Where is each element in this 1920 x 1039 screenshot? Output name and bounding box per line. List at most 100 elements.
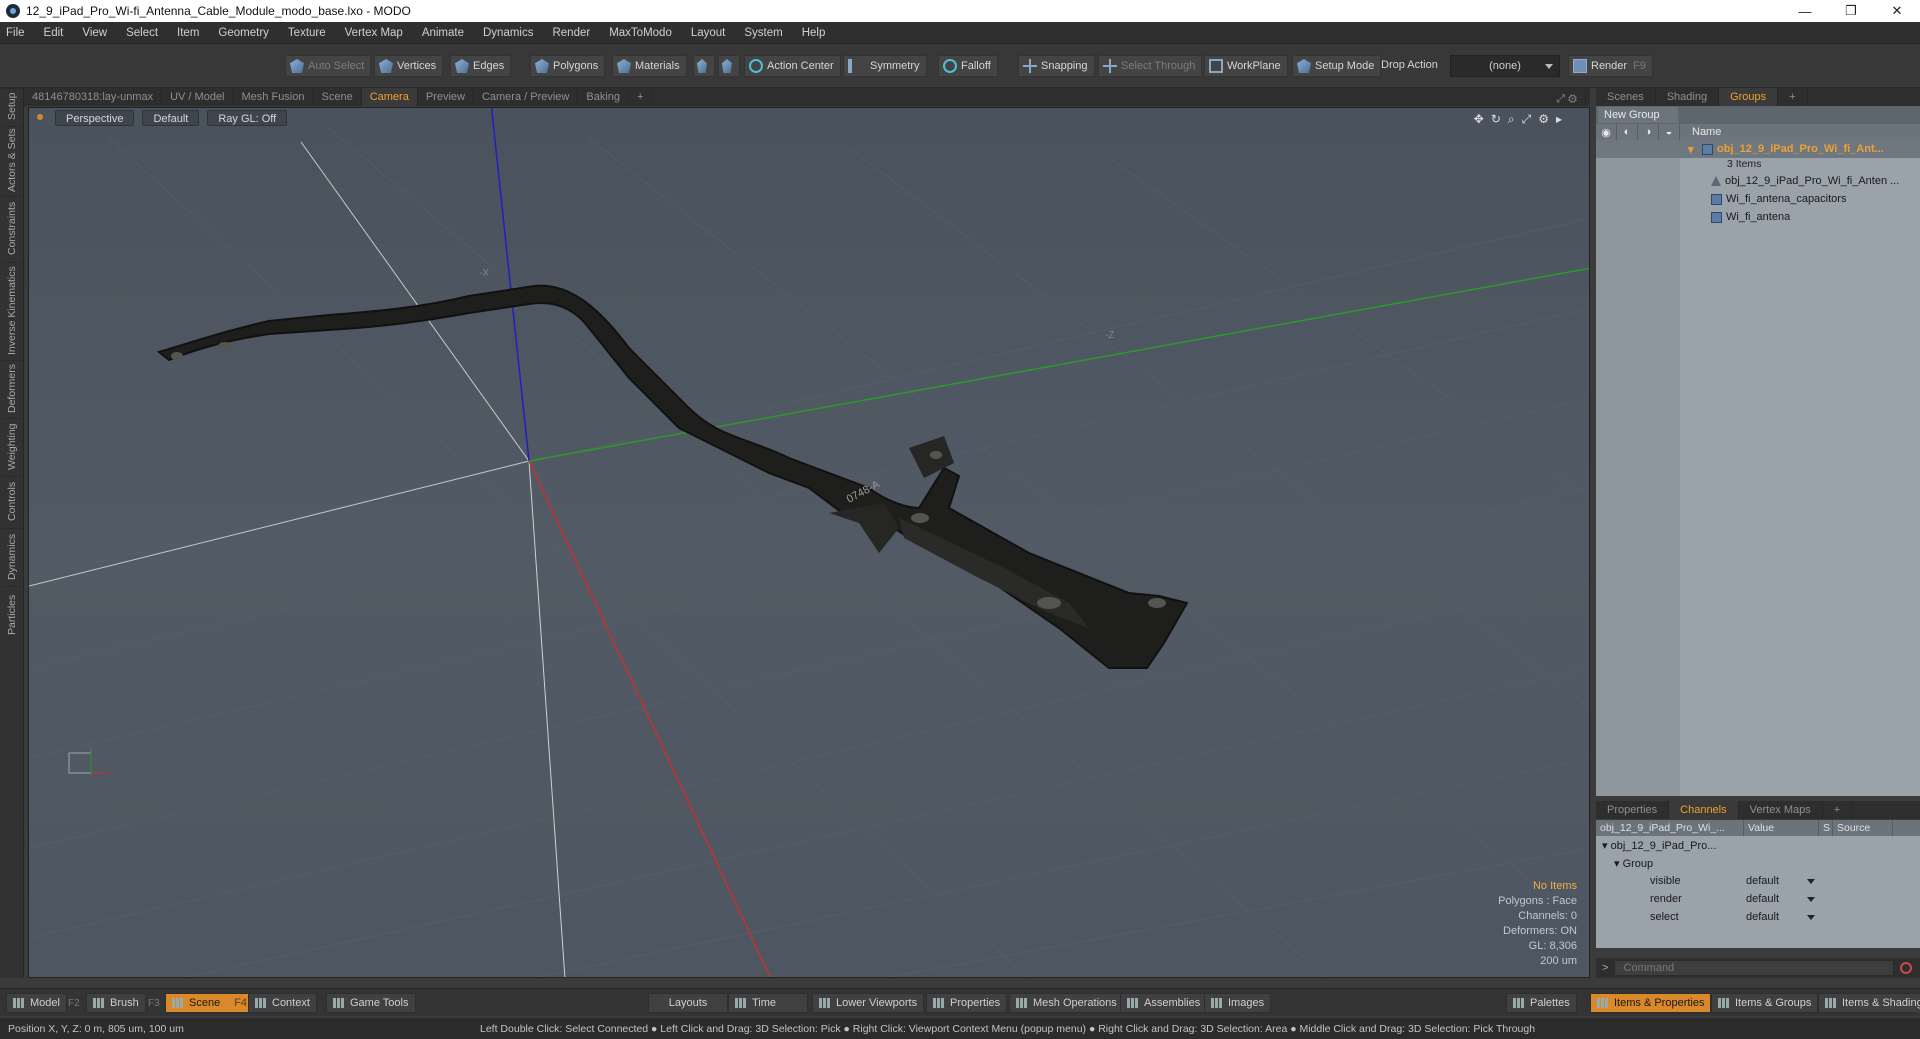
tab-groups[interactable]: Groups	[1719, 88, 1779, 106]
select-through-button[interactable]: Select Through	[1098, 55, 1203, 77]
tab-controls[interactable]: Controls	[2, 476, 22, 526]
tab-weighting[interactable]: Weighting	[2, 418, 22, 474]
items-shading-button[interactable]: Items & Shading	[1818, 993, 1920, 1013]
viewport-nav-icons[interactable]: ✥↻⌕⤢⚙▸	[1474, 112, 1569, 127]
assemblies-button[interactable]: Assemblies	[1120, 993, 1208, 1013]
layouts-button[interactable]: Layouts	[648, 993, 728, 1013]
eye-icon[interactable]: ◉	[1596, 124, 1617, 140]
materials-button[interactable]: Materials	[612, 55, 687, 77]
menu-file[interactable]: File	[6, 27, 25, 39]
menu-help[interactable]: Help	[802, 27, 826, 39]
brush-layout-button[interactable]: Brush	[86, 993, 146, 1013]
menu-select[interactable]: Select	[126, 27, 158, 39]
mesh-operations-button[interactable]: Mesh Operations	[1009, 993, 1124, 1013]
selection-convert-button[interactable]	[718, 55, 740, 77]
add-right-tab-button[interactable]: +	[1778, 88, 1808, 106]
record-icon[interactable]	[1900, 962, 1913, 974]
symmetry-button[interactable]: Symmetry	[843, 55, 927, 77]
tab-preview[interactable]: Preview	[418, 88, 474, 106]
channel-row-render[interactable]: render default	[1596, 890, 1920, 908]
items-properties-button[interactable]: Items & Properties	[1590, 993, 1712, 1013]
context-layout-button[interactable]: Context	[248, 993, 317, 1013]
group-root-row[interactable]: ▾ obj_12_9_iPad_Pro_Wi_fi_Ant...	[1596, 140, 1920, 158]
antenna-cable-model[interactable]: 0748-A	[156, 284, 1189, 669]
render-value-select[interactable]: default	[1744, 890, 1819, 908]
scene-layout-button[interactable]: Scene F4	[165, 993, 255, 1013]
shading-dropdown[interactable]: Default	[142, 110, 200, 126]
expand-icon[interactable]: ▾	[1680, 143, 1702, 156]
tab-actors-sets[interactable]: Actors & Sets	[2, 126, 22, 194]
select-value-select[interactable]: default	[1744, 908, 1819, 926]
time-button[interactable]: Time	[728, 993, 808, 1013]
group-item-row[interactable]: Wi_fi_antena	[1596, 208, 1920, 226]
menu-render[interactable]: Render	[552, 27, 590, 39]
tab-constraints[interactable]: Constraints	[2, 196, 22, 260]
items-groups-button[interactable]: Items & Groups	[1711, 993, 1819, 1013]
menu-maxtomodo[interactable]: MaxToModo	[609, 27, 672, 39]
palettes-button[interactable]: Palettes	[1506, 993, 1577, 1013]
edges-button[interactable]: Edges	[450, 55, 512, 77]
channel-row-visible[interactable]: visible default	[1596, 872, 1920, 890]
group-item-row[interactable]: Wi_fi_antena_capacitors	[1596, 190, 1920, 208]
menu-edit[interactable]: Edit	[44, 27, 64, 39]
minimize-button[interactable]: —	[1782, 0, 1828, 22]
tab-scenes[interactable]: Scenes	[1596, 88, 1656, 106]
drop-action-select[interactable]: (none)	[1450, 55, 1560, 77]
auto-select-button[interactable]: Auto Select	[285, 55, 372, 77]
menu-dynamics[interactable]: Dynamics	[483, 27, 533, 39]
restore-button[interactable]: ❐	[1828, 0, 1874, 22]
channel-root-row[interactable]: ▾ obj_12_9_iPad_Pro...	[1596, 836, 1920, 854]
menu-item[interactable]: Item	[177, 27, 199, 39]
tab-camera[interactable]: Camera	[361, 88, 418, 106]
tab-baking[interactable]: Baking	[578, 88, 630, 106]
polygons-button[interactable]: Polygons	[530, 55, 606, 77]
game-tools-layout-button[interactable]: Game Tools	[326, 993, 416, 1013]
tab-camera-preview[interactable]: Camera / Preview	[474, 88, 579, 106]
menu-layout[interactable]: Layout	[691, 27, 726, 39]
add-tab-button[interactable]: +	[629, 88, 653, 106]
falloff-button[interactable]: Falloff	[938, 55, 998, 77]
menu-geometry[interactable]: Geometry	[218, 27, 269, 39]
tab-channels[interactable]: Channels	[1669, 801, 1739, 819]
expand-icon[interactable]: ▾	[1614, 858, 1623, 870]
tab-setup[interactable]: Setup	[2, 88, 22, 124]
tab-particles[interactable]: Particles	[2, 586, 22, 642]
3d-viewport[interactable]: -X -Z 0748-A Perspective Default Ray GL:…	[28, 107, 1590, 978]
channel-row-select[interactable]: select default	[1596, 908, 1920, 926]
menu-vertex-map[interactable]: Vertex Map	[345, 27, 403, 39]
menu-system[interactable]: System	[744, 27, 782, 39]
maximize-icon[interactable]: ⤢ ⚙	[1548, 90, 1586, 108]
menu-texture[interactable]: Texture	[288, 27, 326, 39]
lower-viewports-button[interactable]: Lower Viewports	[812, 993, 925, 1013]
snapping-button[interactable]: Snapping	[1018, 55, 1095, 77]
select-toggle-icon[interactable]: ◒	[1659, 124, 1680, 140]
expand-icon[interactable]: ▾	[1602, 840, 1611, 852]
tab-dynamics[interactable]: Dynamics	[2, 528, 22, 584]
tab-shading[interactable]: Shading	[1656, 88, 1720, 106]
menu-view[interactable]: View	[82, 27, 107, 39]
tab-scene[interactable]: Scene	[314, 88, 362, 106]
render-button[interactable]: Render F9	[1568, 55, 1653, 77]
close-button[interactable]: ✕	[1874, 0, 1920, 22]
tab-uv-model[interactable]: UV / Model	[162, 88, 234, 106]
setup-mode-button[interactable]: Setup Mode	[1292, 55, 1382, 77]
command-input[interactable]: Command	[1614, 960, 1895, 976]
images-button[interactable]: Images	[1204, 993, 1272, 1013]
render-toggle-icon[interactable]: ◐	[1617, 124, 1638, 140]
vertices-button[interactable]: Vertices	[374, 55, 444, 77]
menu-animate[interactable]: Animate	[422, 27, 464, 39]
channel-group-row[interactable]: ▾ Group	[1596, 854, 1920, 872]
action-center-button[interactable]: Action Center	[744, 55, 841, 77]
workplane-button[interactable]: WorkPlane	[1204, 55, 1288, 77]
selection-set-button[interactable]	[693, 55, 715, 77]
tab-deformers[interactable]: Deformers	[2, 360, 22, 416]
model-layout-button[interactable]: Model	[6, 993, 67, 1013]
tab-properties[interactable]: Properties	[1596, 801, 1670, 819]
new-group-button[interactable]: New Group	[1598, 107, 1678, 123]
tab-mesh-fusion[interactable]: Mesh Fusion	[234, 88, 314, 106]
lock-icon[interactable]: ◑	[1638, 124, 1659, 140]
tab-vertex-maps[interactable]: Vertex Maps	[1739, 801, 1823, 819]
properties-button[interactable]: Properties	[926, 993, 1008, 1013]
raygl-toggle[interactable]: Ray GL: Off	[207, 110, 288, 126]
perspective-dropdown[interactable]: Perspective	[55, 110, 135, 126]
